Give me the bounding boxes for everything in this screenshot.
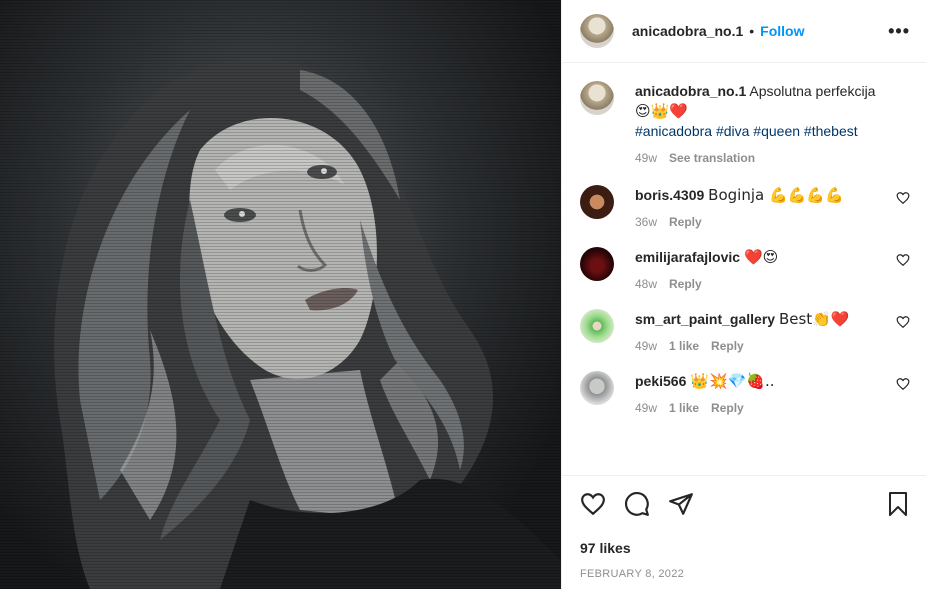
caption-username[interactable]: anicadobra_no.1 bbox=[635, 83, 746, 99]
caption-text: anicadobra_no.1 Apsolutna perfekcija 😍👑❤… bbox=[635, 81, 910, 141]
post-date[interactable]: FEBRUARY 8, 2022 bbox=[580, 568, 910, 580]
bookmark-icon[interactable] bbox=[886, 491, 910, 517]
comment-message: Best👏❤️ bbox=[778, 310, 850, 328]
comment-like-heart-icon[interactable] bbox=[896, 191, 910, 205]
comments-list[interactable]: anicadobra_no.1 Apsolutna perfekcija 😍👑❤… bbox=[562, 63, 926, 475]
comment-meta: 49w 1 like Reply bbox=[635, 339, 888, 353]
comment-text: peki566 👑💥💎🍓.. bbox=[635, 371, 888, 391]
commenter-avatar[interactable] bbox=[580, 371, 614, 405]
reply-button[interactable]: Reply bbox=[669, 277, 702, 291]
comment-text: sm_art_paint_gallery Best👏❤️ bbox=[635, 309, 888, 329]
caption-body: anicadobra_no.1 Apsolutna perfekcija 😍👑❤… bbox=[635, 81, 910, 165]
commenter-avatar[interactable] bbox=[580, 247, 614, 281]
comment-message: 👑💥💎🍓.. bbox=[690, 372, 775, 390]
comment-likes-count[interactable]: 1 like bbox=[669, 339, 699, 353]
comment-time[interactable]: 49w bbox=[635, 339, 657, 353]
commenter-avatar[interactable] bbox=[580, 309, 614, 343]
comment-text: boris.4309 Boginja 💪💪💪💪 bbox=[635, 185, 888, 205]
caption-emojis: 😍👑❤️ bbox=[635, 102, 688, 120]
caption-meta: 49w See translation bbox=[635, 151, 910, 165]
more-icon[interactable]: ••• bbox=[888, 21, 910, 42]
commenter-avatar[interactable] bbox=[580, 185, 614, 219]
comment-body: peki566 👑💥💎🍓.. 49w 1 like Reply bbox=[635, 371, 910, 415]
caption-message: Apsolutna perfekcija bbox=[749, 83, 876, 99]
action-icons bbox=[580, 490, 910, 518]
comment-username[interactable]: peki566 bbox=[635, 373, 686, 389]
comment-body: emilijarafajlovic ❤️😍 48w Reply bbox=[635, 247, 910, 291]
comment-likes-count[interactable]: 1 like bbox=[669, 401, 699, 415]
comment-time[interactable]: 49w bbox=[635, 401, 657, 415]
comment-like-heart-icon[interactable] bbox=[896, 253, 910, 267]
comment-item: sm_art_paint_gallery Best👏❤️ 49w 1 like … bbox=[580, 309, 910, 353]
comment-username[interactable]: boris.4309 bbox=[635, 187, 704, 203]
comment-text: emilijarafajlovic ❤️😍 bbox=[635, 247, 888, 267]
caption-hashtags[interactable]: #anicadobra #diva #queen #thebest bbox=[635, 123, 858, 139]
caption: anicadobra_no.1 Apsolutna perfekcija 😍👑❤… bbox=[580, 81, 910, 165]
comment-time[interactable]: 36w bbox=[635, 215, 657, 229]
comment-item: peki566 👑💥💎🍓.. 49w 1 like Reply bbox=[580, 371, 910, 415]
comment-icon[interactable] bbox=[624, 491, 650, 517]
author-avatar[interactable] bbox=[580, 14, 614, 48]
reply-button[interactable]: Reply bbox=[669, 215, 702, 229]
author-username[interactable]: anicadobra_no.1 bbox=[632, 23, 743, 39]
comment-body: sm_art_paint_gallery Best👏❤️ 49w 1 like … bbox=[635, 309, 910, 353]
post-actions: 97 likes FEBRUARY 8, 2022 bbox=[562, 475, 926, 589]
post-photo[interactable] bbox=[0, 0, 561, 589]
comment-body: boris.4309 Boginja 💪💪💪💪 36w Reply bbox=[635, 185, 910, 229]
comment-username[interactable]: sm_art_paint_gallery bbox=[635, 311, 775, 327]
reply-button[interactable]: Reply bbox=[711, 339, 744, 353]
heart-icon[interactable] bbox=[580, 491, 606, 517]
likes-count[interactable]: 97 likes bbox=[580, 540, 910, 556]
caption-time[interactable]: 49w bbox=[635, 151, 657, 165]
comment-item: emilijarafajlovic ❤️😍 48w Reply bbox=[580, 247, 910, 291]
comment-item: boris.4309 Boginja 💪💪💪💪 36w Reply bbox=[580, 185, 910, 229]
follow-button[interactable]: Follow bbox=[760, 23, 804, 39]
portrait-illustration bbox=[54, 57, 561, 589]
post-header: anicadobra_no.1 • Follow ••• bbox=[562, 0, 926, 63]
comment-time[interactable]: 48w bbox=[635, 277, 657, 291]
reply-button[interactable]: Reply bbox=[711, 401, 744, 415]
comment-meta: 49w 1 like Reply bbox=[635, 401, 888, 415]
comment-message: ❤️😍 bbox=[743, 248, 779, 266]
see-translation-button[interactable]: See translation bbox=[669, 151, 755, 165]
post-side-panel: anicadobra_no.1 • Follow ••• anicadobra_… bbox=[561, 0, 926, 589]
comment-username[interactable]: emilijarafajlovic bbox=[635, 249, 740, 265]
separator-dot: • bbox=[749, 23, 755, 39]
post-dialog: anicadobra_no.1 • Follow ••• anicadobra_… bbox=[0, 0, 926, 589]
comment-like-heart-icon[interactable] bbox=[896, 377, 910, 391]
comment-like-heart-icon[interactable] bbox=[896, 315, 910, 329]
comment-meta: 48w Reply bbox=[635, 277, 888, 291]
share-icon[interactable] bbox=[668, 491, 694, 517]
caption-avatar[interactable] bbox=[580, 81, 614, 115]
comment-meta: 36w Reply bbox=[635, 215, 888, 229]
comment-message: Boginja 💪💪💪💪 bbox=[708, 186, 844, 204]
